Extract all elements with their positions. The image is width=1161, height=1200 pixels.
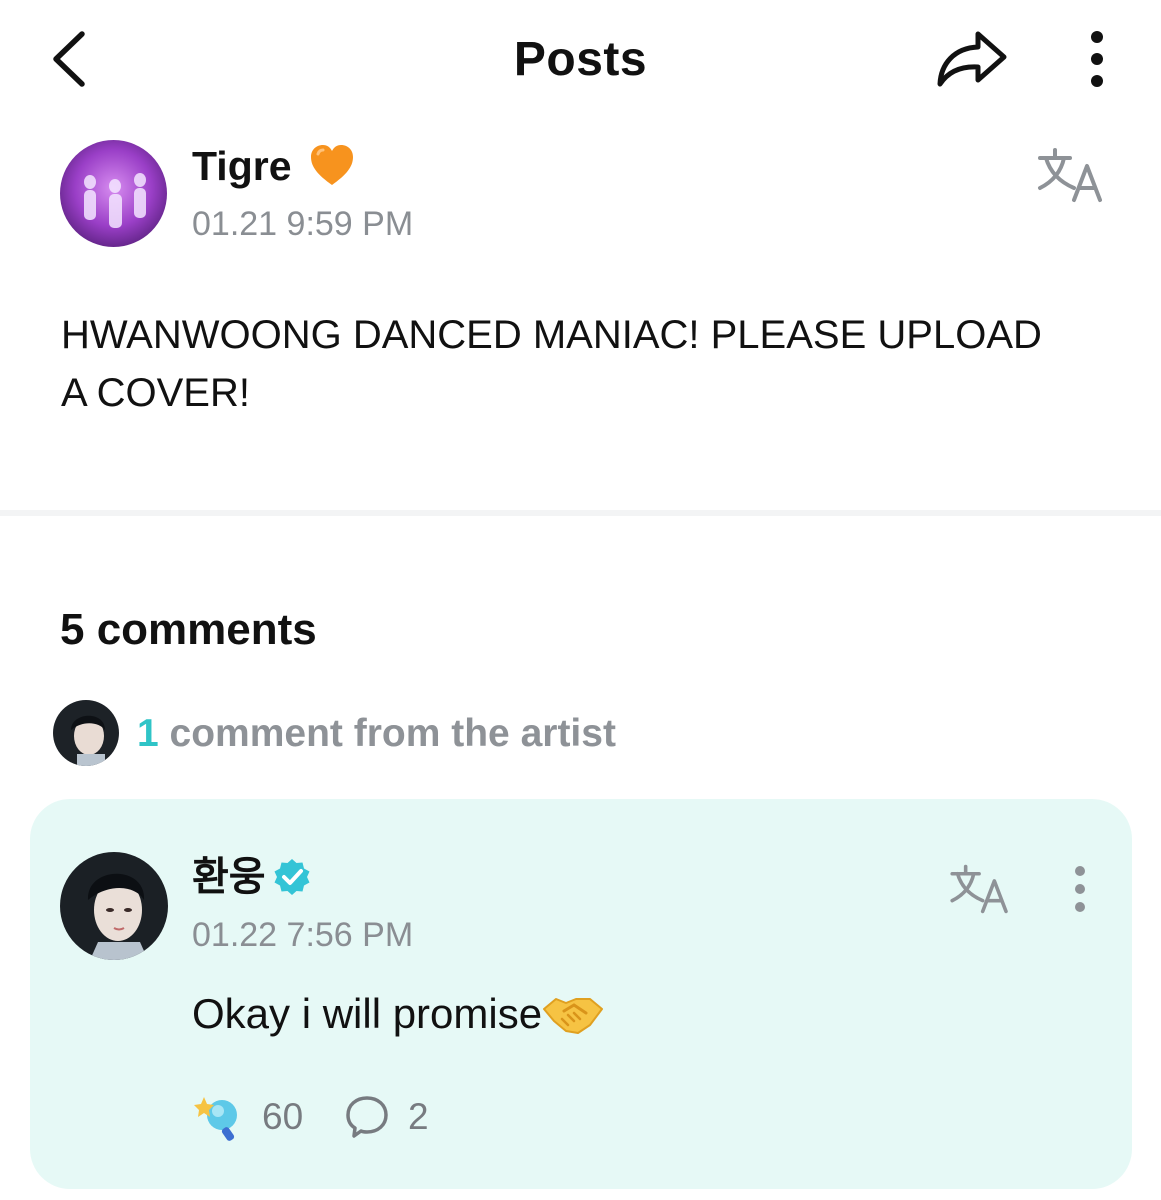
artist-mini-avatar[interactable] (53, 700, 119, 766)
artist-comment-card: 환웅 01.22 7:56 PM Okay i will promise 60 … (30, 799, 1132, 1189)
post-body: HWANWOONG DANCED MANIAC! PLEASE UPLOAD A… (61, 313, 1042, 415)
comment-author-avatar[interactable] (60, 852, 168, 960)
post-translate-button[interactable] (1036, 146, 1106, 204)
comments-count: 5 comments (60, 605, 317, 654)
artist-comments-link[interactable]: 1 comment from the artist (137, 710, 616, 758)
more-vertical-icon (1075, 866, 1085, 912)
translate-icon (950, 864, 1008, 914)
comment-translate-button[interactable] (948, 863, 1012, 915)
handshake-icon (543, 998, 604, 1034)
artist-comment-label: comment from the artist (158, 712, 616, 755)
avatar-image (53, 700, 119, 766)
reaction-button[interactable]: 60 (192, 1087, 303, 1147)
avatar-image (60, 140, 167, 247)
verified-badge-icon (274, 859, 310, 895)
comment-timestamp: 01.22 7:56 PM (192, 916, 414, 954)
avatar-image (60, 852, 168, 960)
more-options-button[interactable] (1078, 26, 1116, 92)
artist-comment-count: 1 (137, 712, 159, 755)
post-timestamp: 01.21 9:59 PM (192, 205, 414, 243)
comment-author-name: 환웅 (192, 855, 266, 899)
share-button[interactable] (934, 26, 1010, 92)
comment-text: Okay i will promise (192, 985, 604, 1043)
reaction-count: 60 (262, 1096, 304, 1137)
section-divider (0, 510, 1161, 516)
orange-heart-icon (310, 145, 353, 185)
comment-bubble-icon (346, 1096, 388, 1138)
comment-author[interactable]: 환웅 (192, 851, 312, 903)
post-author-avatar[interactable] (60, 140, 167, 247)
post-author[interactable]: Tigre (192, 140, 356, 192)
reply-button[interactable]: 2 (344, 1087, 429, 1147)
more-vertical-icon (1091, 31, 1103, 87)
post-author-name: Tigre (192, 143, 292, 189)
translate-icon (1038, 148, 1102, 202)
share-arrow-icon (937, 31, 1007, 87)
lightstick-reaction-icon (194, 1097, 237, 1141)
comment-more-button[interactable] (1066, 863, 1094, 915)
reply-count: 2 (408, 1096, 429, 1137)
comment-text-content: Okay i will promise (192, 990, 543, 1037)
